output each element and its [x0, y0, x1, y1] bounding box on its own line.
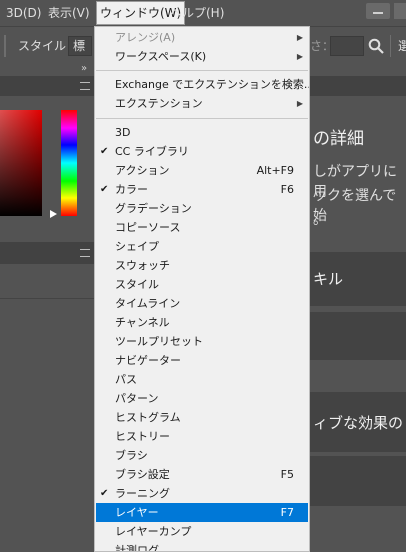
grip-handle[interactable]	[4, 35, 6, 57]
menu-item-styles[interactable]: スタイル	[96, 275, 308, 294]
menu-item-layer-comps[interactable]: レイヤーカンプ	[96, 522, 308, 541]
menu-item-tool-presets[interactable]: ツールプリセット	[96, 332, 308, 351]
menu-item-history[interactable]: ヒストリー	[96, 427, 308, 446]
menu-item-label: アレンジ(A)	[115, 31, 176, 44]
menu-item-label: チャンネル	[115, 316, 170, 329]
menu-item-label: ブラシ設定	[115, 468, 170, 481]
menu-item-label: ヒストリー	[115, 430, 170, 443]
menu-item-learn[interactable]: ✔ ラーニング	[96, 484, 308, 503]
panel-menu-icon[interactable]	[80, 82, 90, 90]
menu-item-shortcut: Alt+F9	[256, 164, 294, 177]
menu-item-channels[interactable]: チャンネル	[96, 313, 308, 332]
menu-item-label: 計測ログ	[115, 544, 159, 552]
learn-desc-line3: 。	[313, 212, 327, 228]
menu-item-label: アクション	[115, 164, 170, 177]
hue-slider[interactable]	[61, 110, 77, 216]
menu-item-workspace[interactable]: ワークスペース(K) ▶	[96, 47, 308, 66]
menu-item-label: レイヤー	[115, 506, 159, 519]
menu-separator	[96, 118, 308, 119]
menu-item-label: レイヤーカンプ	[115, 525, 192, 538]
color-field[interactable]	[0, 110, 42, 216]
menu-item-gradients[interactable]: グラデーション	[96, 199, 308, 218]
menu-item-layers[interactable]: レイヤー F7	[96, 503, 308, 522]
panel-toolbar	[0, 264, 94, 299]
menu-item-paths[interactable]: パス	[96, 370, 308, 389]
learn-card-4[interactable]	[305, 456, 406, 506]
style-select-value: 標	[73, 39, 86, 53]
menu-help[interactable]: ヘルプ(H)	[170, 0, 224, 26]
menu-item-measurement-log[interactable]: 計測ログ	[96, 541, 308, 552]
menu-item-color[interactable]: ✔ カラー F6	[96, 180, 308, 199]
menu-item-label: ナビゲーター	[115, 354, 181, 367]
menu-item-brushes[interactable]: ブラシ	[96, 446, 308, 465]
menu-item-navigator[interactable]: ナビゲーター	[96, 351, 308, 370]
restore-icon[interactable]	[394, 3, 406, 19]
hue-slider-handle-icon[interactable]	[50, 209, 58, 219]
divider	[390, 35, 391, 57]
menu-item-shortcut: F7	[280, 506, 294, 519]
menu-item-label: コピーソース	[115, 221, 181, 234]
menu-item-shortcut: F5	[280, 468, 294, 481]
options-fragment: 選	[398, 39, 406, 53]
checkmark-icon: ✔	[100, 488, 109, 499]
submenu-arrow-icon: ▶	[296, 33, 303, 42]
menu-item-label: シェイプ	[115, 240, 159, 253]
menu-item-shortcut: F6	[280, 183, 294, 196]
menu-item-3d[interactable]: 3D	[96, 123, 308, 142]
learn-card-skill[interactable]: キル	[305, 252, 406, 306]
menu-item-label: ブラシ	[115, 449, 148, 462]
learn-card-2[interactable]	[305, 312, 406, 360]
learn-heading: の詳細	[313, 129, 364, 149]
menu-item-label: ラーニング	[115, 487, 170, 500]
menu-item-label: パターン	[115, 392, 159, 405]
menu-item-label: Exchange でエクステンションを検索...	[115, 78, 310, 91]
menu-item-label: グラデーション	[115, 202, 192, 215]
learn-card-skill-title: キル	[313, 270, 344, 288]
menu-item-exchange[interactable]: Exchange でエクステンションを検索...	[96, 75, 310, 94]
menu-item-actions[interactable]: アクション Alt+F9	[96, 161, 308, 180]
menu-item-label: 3D	[115, 126, 131, 139]
menu-item-timeline[interactable]: タイムライン	[96, 294, 308, 313]
menu-item-clone-source[interactable]: コピーソース	[96, 218, 308, 237]
submenu-arrow-icon: ▶	[296, 99, 303, 108]
minimize-icon[interactable]	[366, 3, 390, 19]
menu-item-histogram[interactable]: ヒストグラム	[96, 408, 308, 427]
menu-item-label: カラー	[115, 183, 148, 196]
learn-card-effect[interactable]: ィブな効果の	[305, 392, 406, 452]
menu-item-patterns[interactable]: パターン	[96, 389, 308, 408]
menu-item-label: ワークスペース(K)	[115, 50, 207, 63]
color-panel: »	[0, 63, 94, 552]
style-select[interactable]: 標	[68, 36, 92, 56]
menu-separator	[96, 70, 308, 71]
learn-panel: の詳細 しがアプリに用 ックを選んで始 。 キル ィブな効果の	[305, 64, 406, 552]
menu-item-arrange[interactable]: アレンジ(A) ▶	[96, 28, 308, 47]
menu-item-label: ツールプリセット	[115, 335, 203, 348]
checkmark-icon: ✔	[100, 184, 109, 195]
menu-item-label: スウォッチ	[115, 259, 170, 272]
menu-item-cc-libraries[interactable]: ✔ CC ライブラリ	[96, 142, 308, 161]
menu-item-swatches[interactable]: スウォッチ	[96, 256, 308, 275]
menu-item-label: パス	[115, 373, 137, 386]
checkmark-icon: ✔	[100, 146, 109, 157]
learn-panel-header	[305, 76, 406, 96]
learn-card-effect-title: ィブな効果の	[313, 414, 404, 432]
menu-view[interactable]: 表示(V)	[48, 0, 90, 26]
panel-menu-icon-2[interactable]	[80, 249, 90, 257]
search-icon[interactable]	[368, 38, 384, 54]
menu-item-brush-settings[interactable]: ブラシ設定 F5	[96, 465, 308, 484]
menu-3d[interactable]: 3D(D)	[6, 0, 41, 26]
window-menu-dropdown: アレンジ(A) ▶ ワークスペース(K) ▶ Exchange でエクステンショ…	[94, 26, 310, 552]
menu-item-shapes[interactable]: シェイプ	[96, 237, 308, 256]
size-field[interactable]	[330, 36, 364, 56]
menu-item-label: エクステンション	[115, 97, 203, 110]
menu-item-label: タイムライン	[115, 297, 181, 310]
menu-bar: 3D(D) 表示(V) ウィンドウ(W) ヘルプ(H)	[0, 0, 406, 26]
menu-item-extensions[interactable]: エクステンション ▶	[96, 94, 308, 113]
menu-item-label: ヒストグラム	[115, 411, 181, 424]
submenu-arrow-icon: ▶	[296, 52, 303, 61]
menu-item-label: CC ライブラリ	[115, 145, 189, 158]
menu-item-label: スタイル	[115, 278, 159, 291]
collapse-panels-icon[interactable]: »	[81, 63, 87, 74]
